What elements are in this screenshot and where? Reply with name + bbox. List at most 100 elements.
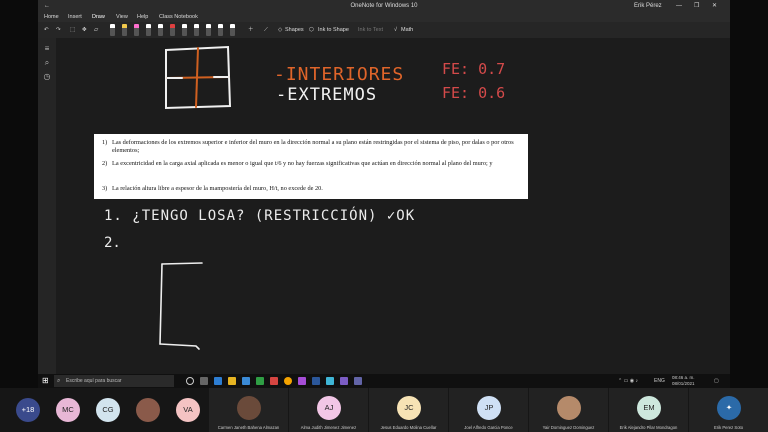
ruler-icon[interactable]: ⟋ — [264, 25, 268, 35]
app-icon[interactable] — [298, 377, 306, 385]
draw-toolbar: ↶ ↷ ⬚ ✥ ▱ ＋ ⟋ ◇ Shapes ⬡ Ink to Shape In… — [38, 22, 730, 38]
pen-2-icon[interactable] — [122, 24, 127, 36]
windows-start-icon[interactable]: ⊞ — [42, 374, 49, 388]
tray-icons[interactable]: ⌃ ▭ ◉ ♪ — [618, 374, 638, 388]
pan-icon[interactable]: ✥ — [82, 25, 87, 35]
ink-fe-interiores: FE: 0.7 — [442, 60, 506, 78]
participant-name: Joel Alfredo Garcia Ponce — [464, 425, 513, 430]
file-explorer-icon[interactable] — [228, 377, 236, 385]
page-canvas[interactable]: -INTERIORES -EXTREMOS FE: 0.7 FE: 0.6 1)… — [56, 38, 730, 374]
pen-11-icon[interactable] — [230, 24, 235, 36]
participant-avatar[interactable]: CG — [96, 398, 120, 422]
clock-date[interactable]: 08/01/2021 — [672, 377, 695, 388]
ink-to-shape-button[interactable]: Ink to Shape — [318, 25, 349, 35]
participant-tile[interactable]: JC Jesus Eduardo Molina Cuellar — [369, 388, 448, 432]
language-indicator[interactable]: ENG — [654, 374, 665, 388]
participant-tile[interactable]: JP Joel Alfredo Garcia Ponce — [449, 388, 528, 432]
participant-tile[interactable]: Yair Dominguez Dominguez — [529, 388, 608, 432]
ink-to-shape-icon[interactable]: ⬡ — [309, 25, 314, 35]
user-name[interactable]: Erik Pérez — [634, 0, 662, 12]
menu-icon[interactable]: ≡ — [42, 44, 52, 54]
ribbon-tabs: Home Insert Draw View Help Class Noteboo… — [38, 12, 730, 23]
meet-app-icon[interactable] — [354, 377, 362, 385]
notifications-icon[interactable]: ▢ — [714, 374, 719, 388]
ink-grid-sketch — [165, 45, 232, 110]
participant-avatar[interactable]: VA — [176, 398, 200, 422]
word-icon[interactable] — [312, 377, 320, 385]
participant-logo: ✦ — [717, 396, 741, 420]
participants-strip: +18 MC CG VA Carmen Janeth Bahena Almaza… — [0, 388, 768, 432]
pen-5-icon[interactable] — [158, 24, 163, 36]
pen-10-icon[interactable] — [218, 24, 223, 36]
participant-name: Erik Perez Soto — [713, 425, 744, 430]
participant-name: Erik Alejandro Pilar Mondragon — [619, 425, 678, 430]
math-button[interactable]: Math — [401, 25, 413, 35]
participant-name: Alma Judith Jimenez Jimenez — [300, 425, 357, 430]
tab-view[interactable]: View — [116, 12, 128, 22]
participant-name: Carmen Janeth Bahena Almazan — [217, 425, 280, 430]
excel-icon[interactable] — [256, 377, 264, 385]
pen-7-icon[interactable] — [182, 24, 187, 36]
windows-taskbar: ⊞ Escribe aquí para buscar ⌕ ⌃ ▭ ◉ ♪ ENG… — [38, 374, 730, 388]
mail-icon[interactable] — [242, 377, 250, 385]
powerpoint-icon[interactable] — [270, 377, 278, 385]
redo-icon[interactable]: ↷ — [56, 25, 61, 35]
pen-1-icon[interactable] — [110, 24, 115, 36]
eraser-icon[interactable]: ▱ — [94, 25, 98, 35]
shapes-button[interactable]: Shapes — [285, 25, 304, 35]
more-participants-badge[interactable]: +18 — [16, 398, 40, 422]
participant-tile[interactable]: ✦ Erik Perez Soto — [689, 388, 768, 432]
left-nav: ≡ ⌕ ◷ — [38, 38, 56, 374]
chrome-icon[interactable] — [284, 377, 292, 385]
pen-3-icon[interactable] — [134, 24, 139, 36]
math-icon[interactable]: √ — [394, 25, 397, 35]
tab-insert[interactable]: Insert — [68, 12, 82, 22]
task-view-icon[interactable] — [200, 377, 208, 385]
shared-screen: ← OneNote for Windows 10 Erik Pérez — ❐ … — [38, 0, 730, 388]
participant-avatar[interactable]: MC — [56, 398, 80, 422]
ink-extremos: -EXTREMOS — [276, 85, 378, 105]
participant-tile[interactable]: Carmen Janeth Bahena Almazan — [209, 388, 288, 432]
search-icon: ⌕ — [57, 378, 61, 384]
lasso-select-icon[interactable]: ⬚ — [70, 25, 75, 35]
recent-icon[interactable]: ◷ — [42, 72, 52, 82]
teams-icon[interactable] — [326, 377, 334, 385]
participant-tile[interactable]: EM Erik Alejandro Pilar Mondragon — [609, 388, 688, 432]
pasted-text-block: 1) Las deformaciones de los extremos sup… — [94, 134, 528, 199]
participant-avatar: AJ — [317, 396, 341, 420]
edge-icon[interactable] — [214, 377, 222, 385]
add-pen-icon[interactable]: ＋ — [248, 25, 254, 35]
ink-line-1: 1. ¿TENGO LOSA? (RESTRICCIÓN) ✓OK — [104, 208, 416, 224]
cortana-icon[interactable] — [186, 377, 194, 385]
ink-to-text-button[interactable]: Ink to Text — [358, 25, 383, 35]
ink-fe-extremos: FE: 0.6 — [442, 84, 506, 102]
minimize-icon[interactable]: — — [676, 0, 682, 12]
tab-home[interactable]: Home — [44, 12, 59, 22]
undo-icon[interactable]: ↶ — [44, 25, 49, 35]
search-icon[interactable]: ⌕ — [42, 58, 52, 68]
participant-photo[interactable] — [136, 398, 160, 422]
ink-line-2: 2. — [104, 235, 121, 251]
shapes-icon[interactable]: ◇ — [278, 25, 282, 35]
pen-6-icon[interactable] — [170, 24, 175, 36]
ink-layer — [159, 45, 232, 350]
maximize-icon[interactable]: ❐ — [694, 0, 699, 12]
participant-photo — [237, 396, 261, 420]
tab-class-notebook[interactable]: Class Notebook — [159, 12, 198, 22]
pen-9-icon[interactable] — [206, 24, 211, 36]
close-icon[interactable]: ✕ — [712, 0, 717, 12]
window-title: OneNote for Windows 10 — [350, 3, 418, 9]
participant-avatar: JP — [477, 396, 501, 420]
pen-8-icon[interactable] — [194, 24, 199, 36]
participant-tile[interactable]: AJ Alma Judith Jimenez Jimenez — [289, 388, 368, 432]
ink-interiores: -INTERIORES — [274, 64, 405, 85]
participant-avatar: EM — [637, 396, 661, 420]
taskbar-search[interactable]: Escribe aquí para buscar — [54, 375, 174, 387]
pen-4-icon[interactable] — [146, 24, 151, 36]
tab-help[interactable]: Help — [137, 12, 148, 22]
participant-name: Jesus Eduardo Molina Cuellar — [380, 425, 437, 430]
onenote-icon[interactable] — [340, 377, 348, 385]
participant-avatar: JC — [397, 396, 421, 420]
participant-name: Yair Dominguez Dominguez — [542, 425, 595, 430]
title-bar: ← OneNote for Windows 10 Erik Pérez — ❐ … — [38, 0, 730, 12]
